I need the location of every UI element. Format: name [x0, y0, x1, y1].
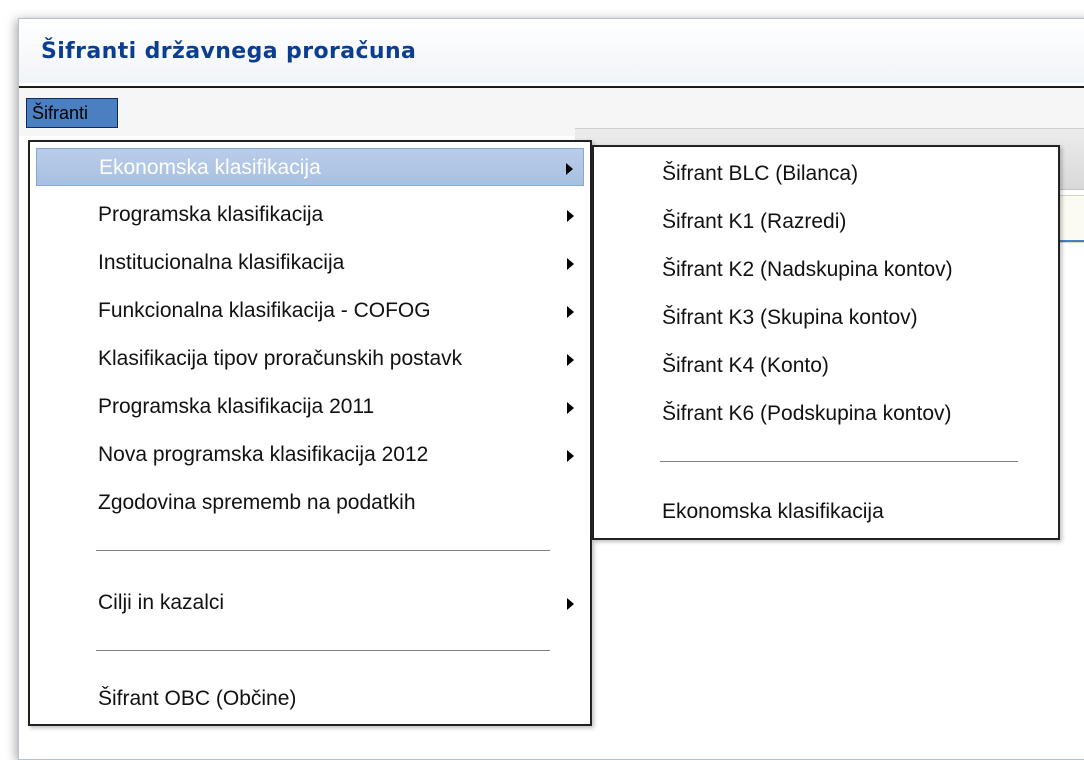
title-bar: Šifranti državnega proračuna — [19, 19, 1084, 83]
submenu-item-label: Šifrant BLC (Bilanca) — [662, 162, 859, 185]
menu-item-cilji-in-kazalci[interactable]: Cilji in kazalci — [36, 584, 584, 622]
window-title: Šifranti državnega proračuna — [41, 39, 417, 64]
submenu-item-sifrant-k3[interactable]: Šifrant K3 (Skupina kontov) — [600, 299, 1052, 337]
menu-separator — [96, 650, 550, 652]
chevron-right-icon — [567, 210, 574, 222]
menu-item-zgodovina-sprememb[interactable]: Zgodovina sprememb na podatkih — [36, 484, 584, 522]
submenu-item-label: Šifrant K1 (Razredi) — [662, 210, 847, 233]
submenu-ekonomska-klasifikacija: Šifrant BLC (Bilanca) Šifrant K1 (Razred… — [592, 145, 1060, 540]
submenu-item-sifrant-blc[interactable]: Šifrant BLC (Bilanca) — [600, 155, 1052, 193]
menu-item-label: Cilji in kazalci — [98, 591, 225, 614]
menu-item-label: Zgodovina sprememb na podatkih — [98, 491, 416, 514]
menu-item-label: Programska klasifikacija 2011 — [98, 395, 375, 418]
menu-item-klasifikacija-tipov[interactable]: Klasifikacija tipov proračunskih postavk — [36, 340, 584, 378]
chevron-right-icon — [567, 402, 574, 414]
menu-item-label: Klasifikacija tipov proračunskih postavk — [98, 347, 463, 370]
chevron-right-icon — [567, 598, 574, 610]
submenu-item-label: Šifrant K2 (Nadskupina kontov) — [662, 258, 953, 281]
chevron-right-icon — [567, 306, 574, 318]
menu-item-label: Ekonomska klasifikacija — [99, 156, 321, 179]
submenu-item-label: Šifrant K6 (Podskupina kontov) — [662, 402, 952, 425]
menu-item-label: Funkcionalna klasifikacija - COFOG — [98, 299, 431, 322]
submenu-item-sifrant-k6[interactable]: Šifrant K6 (Podskupina kontov) — [600, 395, 1052, 433]
submenu-item-sifrant-k1[interactable]: Šifrant K1 (Razredi) — [600, 203, 1052, 241]
submenu-item-label: Šifrant K3 (Skupina kontov) — [662, 306, 918, 329]
chevron-right-icon — [567, 258, 574, 270]
menu-item-label: Nova programska klasifikacija 2012 — [98, 443, 429, 466]
dropdown-menu: Ekonomska klasifikacija Programska klasi… — [28, 140, 592, 726]
chevron-right-icon — [567, 450, 574, 462]
menu-item-label: Institucionalna klasifikacija — [98, 251, 345, 274]
menu-item-nova-programska-klasifikacija-2012[interactable]: Nova programska klasifikacija 2012 — [36, 436, 584, 474]
menu-sifranti[interactable]: Šifranti — [26, 98, 118, 128]
submenu-separator — [660, 461, 1018, 463]
menu-item-label: Programska klasifikacija — [98, 203, 324, 226]
chevron-right-icon — [566, 163, 573, 175]
submenu-item-label: Šifrant K4 (Konto) — [662, 354, 829, 377]
chevron-right-icon — [567, 354, 574, 366]
menu-separator — [96, 550, 550, 552]
menu-item-institucionalna-klasifikacija[interactable]: Institucionalna klasifikacija — [36, 244, 584, 282]
menu-item-funkcionalna-klasifikacija[interactable]: Funkcionalna klasifikacija - COFOG — [36, 292, 584, 330]
submenu-item-sifrant-k2[interactable]: Šifrant K2 (Nadskupina kontov) — [600, 251, 1052, 289]
submenu-item-label: Ekonomska klasifikacija — [662, 500, 884, 523]
submenu-item-ekonomska-klasifikacija[interactable]: Ekonomska klasifikacija — [600, 493, 1052, 531]
menu-item-programska-klasifikacija-2011[interactable]: Programska klasifikacija 2011 — [36, 388, 584, 426]
menu-item-sifrant-obc[interactable]: Šifrant OBC (Občine) — [36, 680, 584, 718]
menu-item-programska-klasifikacija[interactable]: Programska klasifikacija — [36, 196, 584, 234]
menu-item-label: Šifrant OBC (Občine) — [98, 687, 297, 710]
menu-item-ekonomska-klasifikacija[interactable]: Ekonomska klasifikacija — [36, 148, 584, 186]
submenu-item-sifrant-k4[interactable]: Šifrant K4 (Konto) — [600, 347, 1052, 385]
